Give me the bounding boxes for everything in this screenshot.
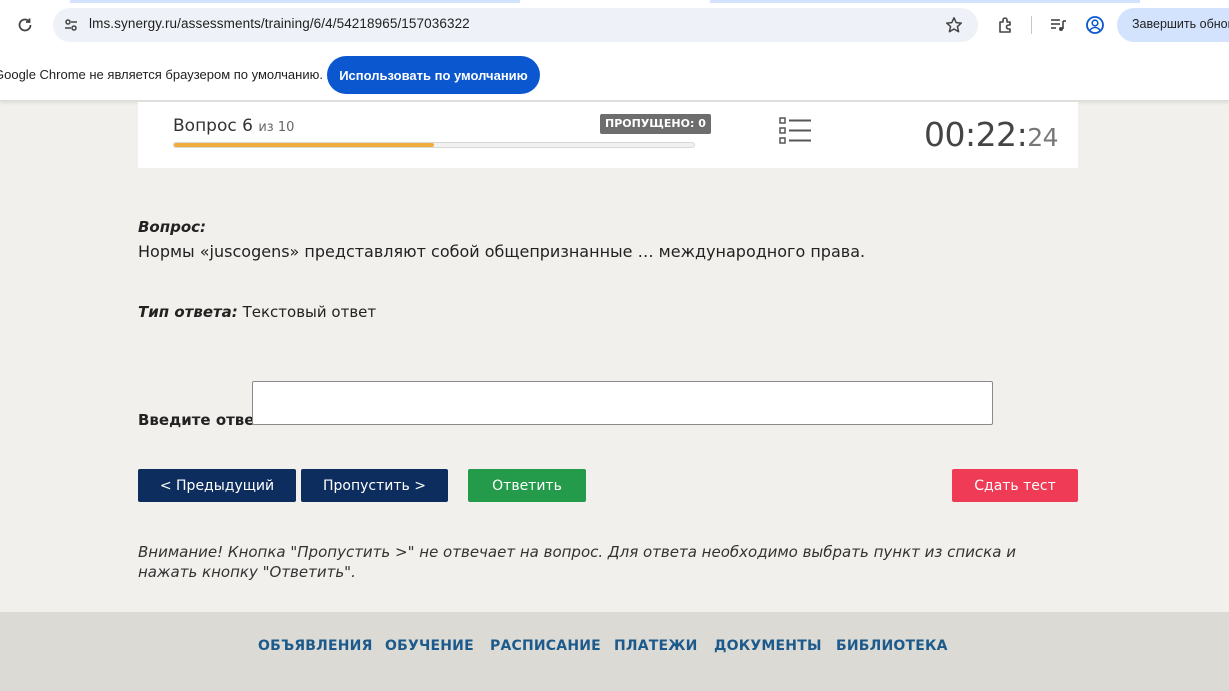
answer-label: Введите ответ: [138, 411, 270, 429]
question-label: Вопрос: [138, 218, 207, 236]
timer-main: 00:22 [923, 115, 1017, 154]
extensions-icon[interactable] [995, 14, 1017, 36]
progress-bar [173, 142, 695, 148]
media-icon[interactable] [1047, 14, 1069, 36]
test-header: Вопрос 6 из 10 ПРОПУЩЕНО: 0 00:22:24 [138, 102, 1078, 168]
star-icon[interactable] [943, 14, 965, 36]
browser-toolbar: lms.synergy.ru/assessments/training/6/4/… [0, 0, 1229, 50]
question-number: Вопрос 6 [173, 116, 253, 136]
footer-link-library[interactable]: БИБЛИОТЕКА [836, 638, 948, 654]
address-bar[interactable]: lms.synergy.ru/assessments/training/6/4/… [53, 8, 978, 42]
question-counter: Вопрос 6 из 10 [173, 116, 294, 136]
infobar-message: Google Chrome не является браузером по у… [0, 67, 323, 82]
timer-separator: : [1016, 115, 1028, 154]
reload-icon[interactable] [14, 14, 36, 36]
answer-type-label: Тип ответа: [138, 303, 238, 321]
submit-test-button[interactable]: Сдать тест [952, 469, 1078, 502]
toolbar-divider [1031, 16, 1032, 34]
answer-type-value: Текстовый ответ [242, 303, 377, 321]
default-browser-infobar: Google Chrome не является браузером по у… [0, 50, 1229, 101]
question-text: Нормы «juscogens» представляют собой общ… [138, 242, 866, 261]
skipped-badge: ПРОПУЩЕНО: 0 [600, 114, 711, 134]
tab-strip [70, 0, 520, 3]
progress-fill [174, 143, 434, 147]
profile-icon[interactable] [1084, 14, 1106, 36]
answer-button[interactable]: Ответить [468, 469, 586, 502]
answer-input[interactable] [252, 381, 993, 425]
site-info-icon[interactable] [61, 15, 81, 35]
tab-strip-right [710, 0, 1140, 3]
skip-button[interactable]: Пропустить > [301, 469, 448, 502]
update-button-label: Завершить обновление [1132, 17, 1229, 31]
footer: ОБЪЯВЛЕНИЯ ОБУЧЕНИЕ РАСПИСАНИЕ ПЛАТЕЖИ Д… [0, 612, 1229, 691]
previous-button[interactable]: < Предыдущий [138, 469, 296, 502]
list-icon[interactable] [779, 116, 812, 146]
answer-type: Тип ответа: Текстовый ответ [138, 303, 376, 321]
update-button[interactable]: Завершить обновление [1117, 8, 1229, 42]
footer-link-announcements[interactable]: ОБЪЯВЛЕНИЯ [258, 638, 373, 654]
timer-seconds: 24 [1027, 123, 1058, 152]
url-text[interactable]: lms.synergy.ru/assessments/training/6/4/… [89, 16, 470, 31]
footer-link-documents[interactable]: ДОКУМЕНТЫ [714, 638, 822, 654]
footer-link-education[interactable]: ОБУЧЕНИЕ [385, 638, 474, 654]
footer-link-schedule[interactable]: РАСПИСАНИЕ [490, 638, 601, 654]
skip-warning: Внимание! Кнопка "Пропустить >" не отвеч… [138, 543, 1016, 581]
timer: 00:22:24 [923, 115, 1059, 154]
set-default-button[interactable]: Использовать по умолчанию [327, 56, 540, 94]
question-total: из 10 [258, 120, 295, 135]
footer-link-payments[interactable]: ПЛАТЕЖИ [614, 638, 698, 654]
